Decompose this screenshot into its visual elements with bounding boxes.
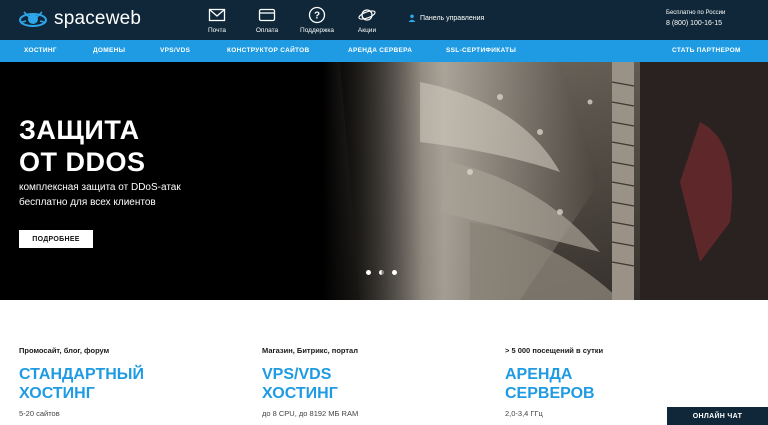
logo-text: spaceweb: [54, 8, 142, 29]
hero-subtitle: комплексная защита от DDoS-атак бесплатн…: [19, 180, 181, 210]
product-card-vps: Магазин, Битрикс, портал VPS/VDS ХОСТИНГ…: [262, 346, 462, 418]
logo[interactable]: spaceweb: [18, 8, 141, 30]
product-name-line1[interactable]: АРЕНДА: [505, 365, 705, 384]
nav-site-builder[interactable]: КОНСТРУКТОР САЙТОВ: [227, 47, 310, 54]
envelope-icon: [208, 8, 226, 22]
slider-dots: [366, 270, 397, 275]
hero-title: ЗАЩИТА ОТ DDOS: [19, 114, 146, 178]
product-name[interactable]: СТАНДАРТНЫЙ ХОСТИНГ: [19, 365, 219, 403]
promo-link[interactable]: Акции: [342, 6, 392, 34]
card-icon: [258, 8, 276, 22]
user-icon: [408, 14, 416, 22]
hero-title-line2: ОТ DDOS: [19, 147, 146, 177]
control-panel-label: Панель управления: [420, 14, 485, 22]
nav-ssl[interactable]: SSL-СЕРТИФИКАТЫ: [446, 47, 516, 54]
support-link[interactable]: ? Поддержка: [292, 6, 342, 34]
phone-caption: Бесплатно по России: [666, 10, 726, 16]
payment-label: Оплата: [255, 27, 279, 34]
product-category: Магазин, Битрикс, портал: [262, 346, 358, 355]
hero-banner: ЗАЩИТА ОТ DDOS комплексная защита от DDo…: [0, 62, 768, 300]
main-nav: ХОСТИНГ ДОМЕНЫ VPS/VDS КОНСТРУКТОР САЙТО…: [0, 40, 768, 62]
hero-title-line1: ЗАЩИТА: [19, 115, 140, 145]
planet-icon: [358, 9, 376, 21]
product-name-line2[interactable]: ХОСТИНГ: [19, 384, 219, 403]
product-name[interactable]: VPS/VDS ХОСТИНГ: [262, 365, 462, 403]
product-category: Промосайт, блог, форум: [19, 346, 110, 355]
nav-hosting[interactable]: ХОСТИНГ: [24, 47, 57, 54]
product-name[interactable]: АРЕНДА СЕРВЕРОВ: [505, 365, 705, 403]
phone-number[interactable]: 8 (800) 100-16-15: [666, 20, 758, 27]
product-name-line2[interactable]: ХОСТИНГ: [262, 384, 462, 403]
spaceweb-logo-icon: [19, 11, 47, 27]
hero-sub-line1: комплексная защита от DDoS-атак: [19, 182, 181, 193]
payment-link[interactable]: Оплата: [242, 6, 292, 34]
phone-block: Бесплатно по России 8 (800) 100-16-15: [666, 10, 758, 27]
product-spec: до 8 CPU, до 8192 МБ RAM: [262, 409, 359, 418]
slider-dot-3[interactable]: [392, 270, 397, 275]
product-name-line1[interactable]: VPS/VDS: [262, 365, 462, 384]
product-spec: 5-20 сайтов: [19, 409, 60, 418]
top-header: spaceweb Почта Оплата ? Поддержка Акции …: [0, 0, 768, 40]
more-button[interactable]: ПОДРОБНЕЕ: [19, 230, 93, 248]
nav-vps[interactable]: VPS/VDS: [160, 47, 190, 54]
control-panel-link[interactable]: Панель управления: [408, 14, 484, 22]
product-name-line2[interactable]: СЕРВЕРОВ: [505, 384, 705, 403]
product-category: > 5 000 посещений в сутки: [505, 346, 604, 355]
slider-dot-1[interactable]: [366, 270, 371, 275]
nav-server-rent[interactable]: АРЕНДА СЕРВЕРА: [348, 47, 412, 54]
question-icon: ?: [308, 6, 326, 24]
hero-sub-line2: бесплатно для всех клиентов: [19, 197, 156, 208]
promo-label: Акции: [357, 27, 377, 34]
svg-text:?: ?: [314, 11, 320, 22]
support-label: Поддержка: [300, 27, 334, 34]
online-chat-button[interactable]: ОНЛАЙН ЧАТ: [667, 407, 768, 425]
mail-link[interactable]: Почта: [192, 6, 242, 34]
product-card-hosting: Промосайт, блог, форум СТАНДАРТНЫЙ ХОСТИ…: [19, 346, 219, 418]
product-name-line1[interactable]: СТАНДАРТНЫЙ: [19, 365, 219, 384]
mail-label: Почта: [207, 27, 227, 34]
slider-dot-2[interactable]: [379, 270, 384, 275]
nav-partner[interactable]: СТАТЬ ПАРТНЕРОМ: [672, 47, 741, 54]
nav-domains[interactable]: ДОМЕНЫ: [93, 47, 125, 54]
